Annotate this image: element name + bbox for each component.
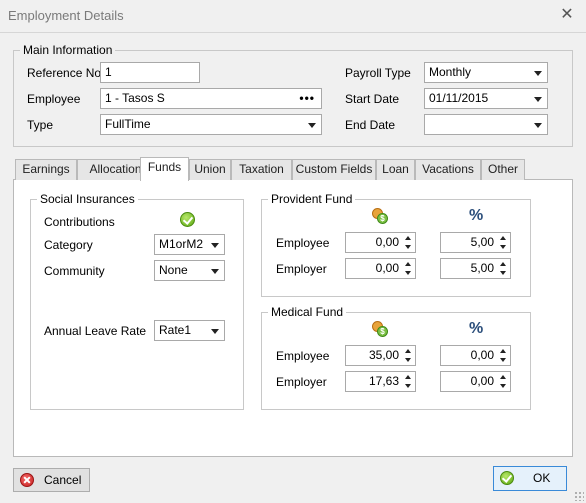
medical-employer-percent-value: 0,00 xyxy=(470,374,494,388)
start-date-picker[interactable]: 01/11/2015 xyxy=(424,88,548,109)
community-label: Community xyxy=(44,264,105,278)
tab-earnings[interactable]: Earnings xyxy=(15,159,77,180)
end-date-label: End Date xyxy=(345,118,396,132)
spinner-icon[interactable] xyxy=(499,374,508,389)
resize-grip-icon[interactable] xyxy=(574,491,584,501)
payroll-type-label: Payroll Type xyxy=(345,66,411,80)
annual-leave-rate-value: Rate1 xyxy=(159,323,192,337)
tab-custom-fields[interactable]: Custom Fields xyxy=(292,159,376,180)
category-value: M1orM2 xyxy=(159,237,204,251)
reference-no-label: Reference No xyxy=(27,66,102,80)
percent-icon: % xyxy=(469,320,484,337)
coins-icon: $ xyxy=(372,208,388,224)
medical-employee-amount[interactable]: 35,00 xyxy=(345,345,416,366)
check-circle-icon xyxy=(500,471,514,485)
spinner-icon[interactable] xyxy=(404,235,413,250)
employee-field[interactable]: 1 - Tasos S ••• xyxy=(100,88,322,109)
provident-employer-label: Employer xyxy=(276,262,327,276)
provident-employer-percent[interactable]: 5,00 xyxy=(440,258,511,279)
category-dropdown[interactable]: M1orM2 xyxy=(154,234,225,255)
provident-fund-legend: Provident Fund xyxy=(271,192,353,206)
start-date-value: 01/11/2015 xyxy=(429,91,489,105)
spinner-icon[interactable] xyxy=(404,348,413,363)
tab-funds[interactable]: Funds xyxy=(140,157,189,181)
tab-taxation[interactable]: Taxation xyxy=(231,159,292,180)
spinner-icon[interactable] xyxy=(404,261,413,276)
provident-employee-amount-value: 0,00 xyxy=(375,235,399,249)
medical-employee-amount-value: 35,00 xyxy=(368,348,399,362)
social-insurances-legend: Social Insurances xyxy=(40,192,135,206)
type-dropdown[interactable]: FullTime xyxy=(100,114,322,135)
tab-union[interactable]: Union xyxy=(189,159,231,180)
type-label: Type xyxy=(27,118,54,132)
chevron-down-icon[interactable] xyxy=(211,243,219,248)
provident-employee-amount[interactable]: 0,00 xyxy=(345,232,416,253)
employee-value: 1 - Tasos S xyxy=(105,91,165,105)
medical-employer-amount[interactable]: 17,63 xyxy=(345,371,416,392)
coins-icon: $ xyxy=(372,321,388,337)
annual-leave-rate-dropdown[interactable]: Rate1 xyxy=(154,320,225,341)
provident-employer-percent-value: 5,00 xyxy=(470,261,494,275)
provident-employee-percent-value: 5,00 xyxy=(470,235,494,249)
medical-employee-percent[interactable]: 0,00 xyxy=(440,345,511,366)
chevron-down-icon[interactable] xyxy=(211,329,219,334)
chevron-down-icon[interactable] xyxy=(534,123,542,128)
cancel-icon xyxy=(20,473,34,487)
medical-employee-label: Employee xyxy=(276,349,330,363)
reference-no-value: 1 xyxy=(105,65,112,79)
employee-label: Employee xyxy=(27,92,81,106)
tab-vacations[interactable]: Vacations xyxy=(415,159,481,180)
employee-browse-button[interactable]: ••• xyxy=(299,89,315,108)
chevron-down-icon[interactable] xyxy=(534,71,542,76)
main-information-legend: Main Information xyxy=(23,43,113,57)
check-circle-icon[interactable] xyxy=(180,212,195,227)
community-dropdown[interactable]: None xyxy=(154,260,225,281)
medical-employer-percent[interactable]: 0,00 xyxy=(440,371,511,392)
type-value: FullTime xyxy=(105,117,151,131)
medical-employer-label: Employer xyxy=(276,375,327,389)
percent-icon: % xyxy=(469,207,484,224)
medical-fund-legend: Medical Fund xyxy=(271,305,344,319)
community-value: None xyxy=(159,263,188,277)
provident-employee-label: Employee xyxy=(276,236,330,250)
window-title: Employment Details xyxy=(8,8,124,23)
provident-employer-amount[interactable]: 0,00 xyxy=(345,258,416,279)
cancel-button[interactable]: Cancel xyxy=(13,468,90,492)
spinner-icon[interactable] xyxy=(499,348,508,363)
tab-other[interactable]: Other xyxy=(481,159,525,180)
category-label: Category xyxy=(44,238,93,252)
spinner-icon[interactable] xyxy=(404,374,413,389)
chevron-down-icon[interactable] xyxy=(211,269,219,274)
contributions-label: Contributions xyxy=(44,215,115,229)
medical-employee-percent-value: 0,00 xyxy=(470,348,494,362)
end-date-picker[interactable] xyxy=(424,114,548,135)
chevron-down-icon[interactable] xyxy=(308,123,316,128)
reference-no-field[interactable]: 1 xyxy=(100,62,200,83)
tab-loan[interactable]: Loan xyxy=(376,159,415,180)
provident-employee-percent[interactable]: 5,00 xyxy=(440,232,511,253)
ok-button-label: OK xyxy=(533,471,551,485)
spinner-icon[interactable] xyxy=(499,235,508,250)
spinner-icon[interactable] xyxy=(499,261,508,276)
titlebar-divider xyxy=(0,32,586,33)
cancel-button-label: Cancel xyxy=(44,473,82,487)
payroll-type-dropdown[interactable]: Monthly xyxy=(424,62,548,83)
medical-employer-amount-value: 17,63 xyxy=(368,374,399,388)
start-date-label: Start Date xyxy=(345,92,400,106)
ok-button[interactable]: OK xyxy=(493,466,567,491)
close-icon[interactable]: ✕ xyxy=(556,4,578,26)
provident-employer-amount-value: 0,00 xyxy=(375,261,399,275)
payroll-type-value: Monthly xyxy=(429,65,472,79)
annual-leave-rate-label: Annual Leave Rate xyxy=(44,324,147,338)
chevron-down-icon[interactable] xyxy=(534,97,542,102)
